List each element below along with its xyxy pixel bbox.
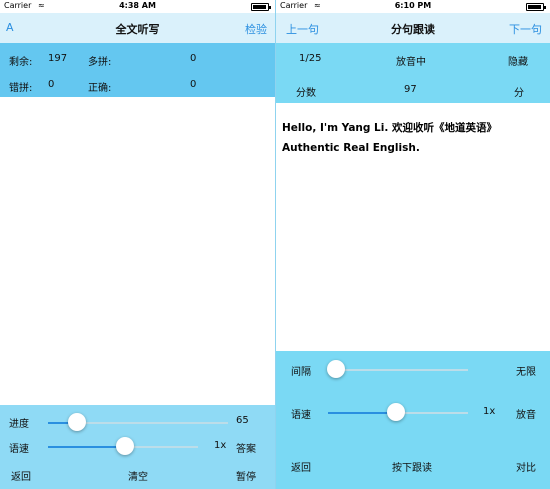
answer-button[interactable]: 答案 bbox=[236, 440, 256, 455]
status-bar: Carrier ≈ 4:38 AM bbox=[0, 0, 275, 13]
dictation-input[interactable] bbox=[0, 97, 275, 405]
extra-value: 0 bbox=[190, 53, 197, 64]
status-bar: Carrier ≈ 6:10 PM bbox=[276, 0, 550, 13]
speed-value: 1x bbox=[483, 406, 496, 417]
progress-slider-thumb[interactable] bbox=[68, 413, 86, 431]
correct-label: 正确: bbox=[88, 83, 112, 94]
interval-slider-thumb[interactable] bbox=[327, 360, 345, 378]
page-title: 全文听写 bbox=[115, 23, 160, 36]
hide-button[interactable]: 隐藏 bbox=[508, 53, 528, 68]
remaining-value: 197 bbox=[48, 53, 68, 64]
stats-panel: 剩余: 197 多拼: 0 错拼: 0 正确: 0 bbox=[0, 43, 275, 97]
extra-label: 多拼: bbox=[88, 57, 112, 68]
pause-button[interactable]: 暂停 bbox=[236, 468, 256, 483]
back-button[interactable]: 返回 bbox=[11, 468, 31, 483]
battery-icon bbox=[251, 3, 271, 11]
wrong-label: 错拼: bbox=[9, 83, 33, 94]
play-button[interactable]: 放音 bbox=[516, 406, 536, 421]
battery-icon bbox=[526, 3, 546, 11]
clock: 6:10 PM bbox=[394, 1, 432, 10]
speed-track-filled bbox=[328, 412, 396, 414]
next-sentence-button[interactable]: 下一句 bbox=[509, 21, 542, 37]
clear-button[interactable]: 清空 bbox=[128, 468, 148, 483]
correct-value: 0 bbox=[190, 79, 197, 90]
repeat-screen: Carrier ≈ 6:10 PM 上一句 分句跟读 下一句 1/25 放音中 … bbox=[275, 0, 550, 489]
progress-value: 65 bbox=[236, 415, 249, 426]
nav-bar: A 全文听写 检验 bbox=[0, 13, 275, 43]
score-label: 分数 bbox=[296, 88, 316, 99]
speed-track-filled bbox=[48, 446, 126, 448]
back-button[interactable]: 返回 bbox=[291, 459, 311, 474]
wrong-value: 0 bbox=[48, 79, 55, 90]
speed-label: 语速 bbox=[291, 410, 311, 421]
speed-slider-thumb[interactable] bbox=[116, 437, 134, 455]
playing-status: 放音中 bbox=[396, 57, 426, 68]
speed-track bbox=[396, 412, 468, 414]
interval-track bbox=[336, 369, 468, 371]
hold-to-repeat-button[interactable]: 按下跟读 bbox=[392, 459, 432, 474]
sentence-text-box: Hello, I'm Yang Li. 欢迎收听《地道英语》Authentic … bbox=[278, 106, 548, 351]
remaining-label: 剩余: bbox=[9, 57, 33, 68]
speed-track bbox=[126, 446, 198, 448]
compare-button[interactable]: 对比 bbox=[516, 459, 536, 474]
dictation-screen: Carrier ≈ 4:38 AM A 全文听写 检验 剩余: 197 多拼: … bbox=[0, 0, 275, 489]
controls-panel: 间隔 无限 语速 1x 放音 返回 按下跟读 对比 bbox=[276, 351, 550, 489]
progress-track bbox=[78, 422, 228, 424]
score-unit: 分 bbox=[514, 88, 524, 99]
sentence-counter: 1/25 bbox=[299, 53, 322, 64]
interval-label: 间隔 bbox=[291, 367, 311, 378]
nav-bar: 上一句 分句跟读 下一句 bbox=[276, 13, 550, 43]
score-value: 97 bbox=[404, 84, 417, 95]
check-button[interactable]: 检验 bbox=[245, 21, 267, 37]
sentence-text: Hello, I'm Yang Li. 欢迎收听《地道英语》Authentic … bbox=[282, 122, 497, 154]
speed-label: 语速 bbox=[9, 444, 29, 455]
controls-panel: 进度 65 语速 1x 答案 返回 清空 暂停 bbox=[0, 405, 275, 489]
speed-value: 1x bbox=[214, 440, 227, 451]
clock: 4:38 AM bbox=[119, 1, 156, 10]
interval-value: 无限 bbox=[516, 367, 536, 378]
progress-label: 进度 bbox=[9, 419, 29, 430]
info-panel: 1/25 放音中 隐藏 分数 97 分 bbox=[276, 43, 550, 103]
speed-slider-thumb[interactable] bbox=[387, 403, 405, 421]
